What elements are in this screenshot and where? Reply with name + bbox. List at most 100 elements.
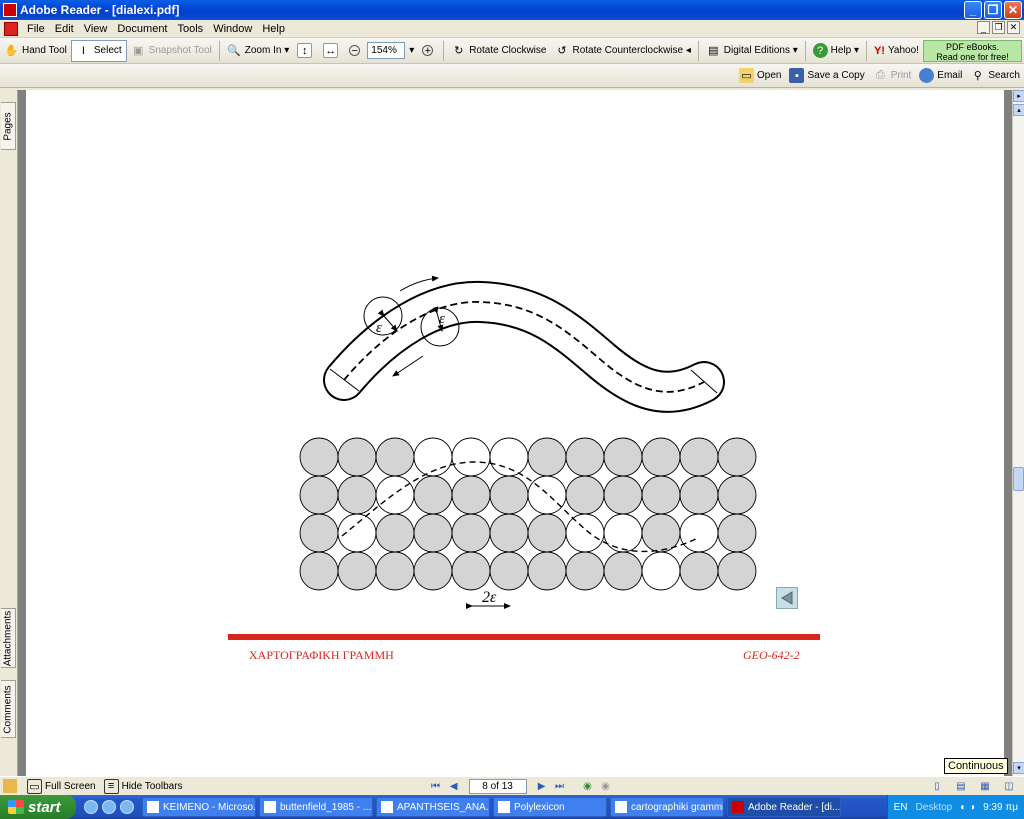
zoom-dropdown-button[interactable]: ▾ [405,40,418,62]
help-button[interactable]: ? Help ▾ [809,40,863,62]
grid-cell-filled [375,551,415,591]
grid-cell-filled [489,551,529,591]
toolbar-separator [218,40,220,61]
print-button[interactable]: ⎙ Print [869,65,916,87]
grid-cell-filled [337,551,377,591]
document-view[interactable]: ε ε 2ε ΧΑΡΤΟΓΡΑΦΙΚΗ ΓΡΑΜΜΗ GEO-642-2 [18,90,1012,776]
taskbar-item-adobe-reader[interactable]: Adobe Reader - [di... [727,797,841,817]
zoom-in-button[interactable]: + [418,40,440,62]
yahoo-button[interactable]: Y! Yahoo! [870,40,923,62]
menu-tools[interactable]: Tools [173,23,209,35]
menu-document[interactable]: Document [112,23,172,35]
zoom-out-button[interactable]: − [345,40,367,62]
facing-button[interactable]: ◫ [1000,779,1018,794]
media-icon[interactable] [120,800,134,814]
hand-tool-button[interactable]: ✋ Hand Tool [0,40,71,62]
digital-editions-button[interactable]: ▤ Digital Editions ▾ [702,40,802,62]
scroll-up-arrow[interactable]: ▴ [1013,104,1024,116]
close-button[interactable]: ✕ [1004,1,1022,19]
menu-file[interactable]: File [22,23,50,35]
previous-page-button[interactable]: ◀ [445,779,463,794]
last-page-button[interactable]: ⏭ [551,779,569,794]
main-toolbar: ✋ Hand Tool I Select ▣ Snapshot Tool 🔍 Zoom … [0,38,1024,64]
vertical-scrollbar[interactable]: ▸ ▴ ▾ [1012,90,1024,776]
grid-cell-filled [337,437,377,477]
language-indicator[interactable]: EN [894,802,908,813]
taskbar-item-buttenfield[interactable]: buttenfield_1985 - ... [259,797,373,817]
maximize-button[interactable]: ❐ [984,1,1002,19]
menu-window[interactable]: Window [208,23,257,35]
next-page-button[interactable]: ▶ [533,779,551,794]
tray-icons[interactable]: ◐ ◑ [960,802,975,813]
buffer-fill [325,282,723,411]
window-title: Adobe Reader - [dialexi.pdf] [20,3,180,17]
menu-edit[interactable]: Edit [50,23,79,35]
document-icon[interactable] [4,21,18,36]
rotate-clockwise-button[interactable]: ↻ Rotate Clockwise [447,40,550,62]
zoom-level-input[interactable] [367,42,406,59]
select-tool-button[interactable]: I Select [70,39,127,62]
menu-help[interactable]: Help [257,23,290,35]
grid-cell-filled [527,437,567,477]
email-button[interactable]: Email [915,65,966,87]
email-client-icon[interactable] [102,800,116,814]
grid-cell-filled [451,475,491,515]
minimize-button[interactable]: _ [964,1,982,19]
adobe-reader-icon [3,3,17,17]
grid-cell-filled [299,475,339,515]
single-page-button[interactable]: ▯ [928,779,946,794]
tab-pages[interactable]: Pages [1,102,16,150]
binoculars-icon: ⚲ [973,70,982,82]
search-button[interactable]: ⚲ Search [966,65,1024,87]
menu-view[interactable]: View [79,23,113,35]
pdf-ebooks-promo[interactable]: PDF eBooks. Read one for free! [922,39,1023,62]
grid-cell-filled [489,475,529,515]
full-screen-button[interactable]: ▭ Full Screen [23,775,100,797]
tab-attachments[interactable]: Attachments [1,608,16,668]
scroll-up-button[interactable]: ▸ [1013,90,1024,102]
continuous-button[interactable]: ▤ [952,779,970,794]
doc-close-button[interactable]: ✕ [1007,21,1020,34]
desktop-toolbar[interactable]: Desktop [916,802,953,813]
toolbar-separator [866,40,867,61]
tab-comments[interactable]: Comments [1,680,16,738]
hide-toolbars-button[interactable]: ≡ Hide Toolbars [100,775,187,797]
status-bar: ▭Full Screen ≡Hide Toolbars ⏮ ◀ ▶ ⏭ ◉ ◉ … [0,776,1024,795]
grid-cell-filled [413,475,453,515]
snapshot-tool-button[interactable]: ▣ Snapshot Tool [127,40,216,62]
disk-icon: ▪ [789,68,805,83]
taskbar-item-cartographiki[interactable]: cartographiki grammi [610,797,724,817]
start-button[interactable]: start [0,795,76,819]
globe-icon [919,68,935,83]
taskbar-item-apantiseis[interactable]: APANTHSEIS_ANA... [376,797,490,817]
page-back-button[interactable] [776,587,798,609]
open-button[interactable]: ▭ Open [735,65,785,87]
browser-icon[interactable] [84,800,98,814]
grid-cell-filled [527,551,567,591]
taskbar-item-word[interactable]: ΚΕΙΜΕΝΟ - Microso... [142,797,256,817]
grid-cell-filled [375,437,415,477]
grid-cell-filled [299,551,339,591]
folder-icon[interactable] [3,779,17,793]
scroll-thumb[interactable] [1013,467,1024,491]
grid-cell-filled [679,551,719,591]
grid-cell-empty [603,513,643,553]
grid-cell-empty [527,475,567,515]
actual-size-button[interactable]: ↕ [293,40,319,62]
taskbar-item-polylexicon[interactable]: Polylexicon [493,797,607,817]
save-copy-button[interactable]: ▪ Save a Copy [785,65,868,87]
first-page-button[interactable]: ⏮ [427,779,445,794]
toolbar-separator [697,40,699,61]
grid-cell-empty [451,437,491,477]
page-number-field[interactable] [468,778,527,794]
doc-restore-button[interactable]: ❐ [992,21,1005,34]
scroll-down-button[interactable]: ▾ [1013,762,1024,774]
doc-minimize-button[interactable]: _ [977,21,990,34]
go-forward-button[interactable]: ◉ [597,779,615,794]
go-back-button[interactable]: ◉ [579,779,597,794]
rotate-counterclockwise-button[interactable]: ↺ Rotate Counterclockwise ◂ [550,40,694,62]
zoom-in-tool-button[interactable]: 🔍 Zoom In ▾ [223,40,294,62]
fit-width-button[interactable]: ↔ [319,40,345,62]
continuous-facing-button[interactable]: ▦ [976,779,994,794]
rotate-counterclockwise-icon: ↺ [557,45,567,57]
